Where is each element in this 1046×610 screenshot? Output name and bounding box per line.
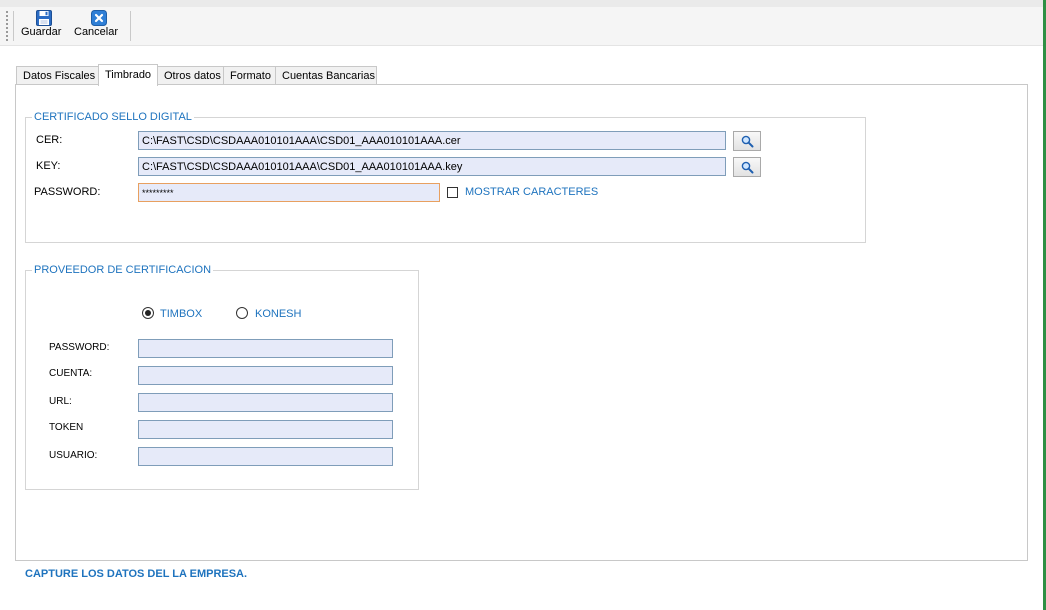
cer-path-field[interactable] (138, 131, 726, 150)
pac-cuenta-field[interactable] (138, 366, 393, 385)
proveedor-group-title: PROVEEDOR DE CERTIFICACION (32, 264, 214, 277)
tab-timbrado[interactable]: Timbrado (98, 64, 158, 86)
tab-cuentas-bancarias[interactable]: Cuentas Bancarias (275, 66, 377, 84)
key-label: KEY: (36, 160, 61, 172)
status-message: CAPTURE LOS DATOS DEL LA EMPRESA. (25, 568, 248, 580)
cer-browse-button[interactable] (733, 131, 761, 151)
save-button[interactable]: Guardar (21, 9, 67, 43)
pac-password-field[interactable] (138, 339, 393, 358)
tab-datos-fiscales[interactable]: Datos Fiscales (16, 66, 99, 84)
pac-url-label: URL: (49, 396, 72, 407)
cert-password-label: PASSWORD: (34, 186, 101, 198)
toolbar-separator (130, 11, 131, 41)
show-characters-checkbox[interactable] (447, 187, 458, 198)
cancel-button-label: Cancelar (74, 26, 119, 38)
tab-otros-datos[interactable]: Otros datos (157, 66, 224, 84)
cert-password-field[interactable] (138, 183, 440, 202)
pac-usuario-field[interactable] (138, 447, 393, 466)
timbox-radio[interactable] (142, 307, 154, 319)
key-browse-button[interactable] (733, 157, 761, 177)
search-icon (741, 161, 754, 174)
pac-token-label: TOKEN (49, 422, 84, 433)
toolbar-separator (13, 11, 14, 41)
pac-password-label: PASSWORD: (49, 342, 110, 353)
toolbar: Guardar Cancelar (0, 7, 1043, 46)
key-path-field[interactable] (138, 157, 726, 176)
show-characters-label[interactable]: MOSTRAR CARACTERES (465, 186, 598, 198)
tab-formato[interactable]: Formato (223, 66, 276, 84)
pac-url-field[interactable] (138, 393, 393, 412)
konesh-radio[interactable] (236, 307, 248, 319)
timbox-label[interactable]: TIMBOX (160, 308, 202, 320)
close-icon (91, 10, 107, 26)
certificado-group-title: CERTIFICADO SELLO DIGITAL (32, 111, 194, 124)
save-icon (36, 10, 52, 26)
pac-cuenta-label: CUENTA: (49, 368, 93, 379)
cer-label: CER: (36, 134, 63, 146)
pac-usuario-label: USUARIO: (49, 450, 98, 461)
cancel-button[interactable]: Cancelar (74, 9, 124, 43)
search-icon (741, 135, 754, 148)
radio-selected-dot (145, 310, 151, 316)
toolbar-grip[interactable] (6, 11, 10, 41)
save-button-label: Guardar (21, 26, 62, 38)
pac-token-field[interactable] (138, 420, 393, 439)
konesh-label[interactable]: KONESH (255, 308, 301, 320)
